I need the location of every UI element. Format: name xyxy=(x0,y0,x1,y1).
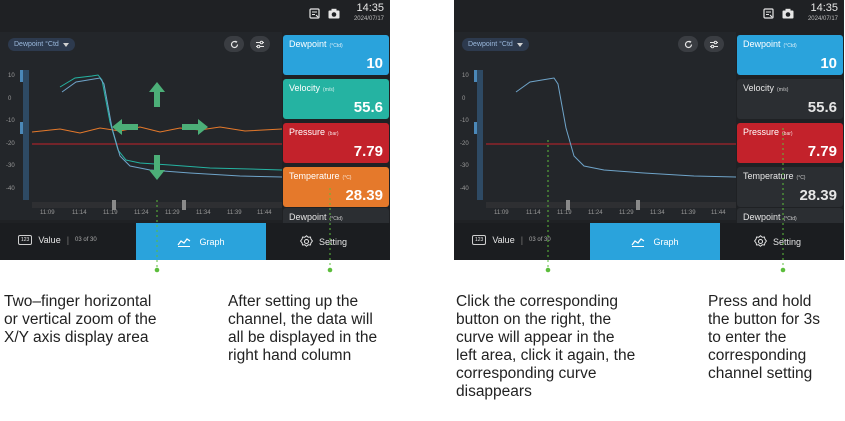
leader-dot xyxy=(327,267,333,273)
callout-line: corresponding curve xyxy=(456,365,597,382)
leader-dot xyxy=(545,267,551,273)
callout-line: After setting up the xyxy=(228,293,359,310)
callout-line: or vertical zoom of the xyxy=(4,311,157,328)
callout-line: curve will appear in the xyxy=(456,329,615,346)
callout-toggle: Click the corresponding button on the ri… xyxy=(456,293,635,401)
callout-line: Two–finger horizontal xyxy=(4,293,152,310)
leader-dot xyxy=(154,267,160,273)
callout-line: left area, click it again, the xyxy=(456,347,636,364)
callout-line: disappears xyxy=(456,383,532,400)
callout-line: the button for 3s xyxy=(708,311,821,328)
callout-line: corresponding xyxy=(708,347,807,364)
callout-hold: Press and hold the button for 3s to ente… xyxy=(708,293,820,383)
callout-column: After setting up the channel, the data w… xyxy=(228,293,377,365)
callout-zoom: Two–finger horizontal or vertical zoom o… xyxy=(4,293,156,347)
callout-line: channel setting xyxy=(708,365,813,382)
callout-line: Press and hold xyxy=(708,293,812,310)
callout-line: button on the right, the xyxy=(456,311,612,328)
callout-line: X/Y axis display area xyxy=(4,329,149,346)
callout-line: channel, the data will xyxy=(228,311,373,328)
callout-line: to enter the xyxy=(708,329,787,346)
leader-dot xyxy=(780,267,786,273)
callout-line: Click the corresponding xyxy=(456,293,618,310)
callout-line: right hand column xyxy=(228,347,352,364)
callout-line: all be displayed in the xyxy=(228,329,378,346)
